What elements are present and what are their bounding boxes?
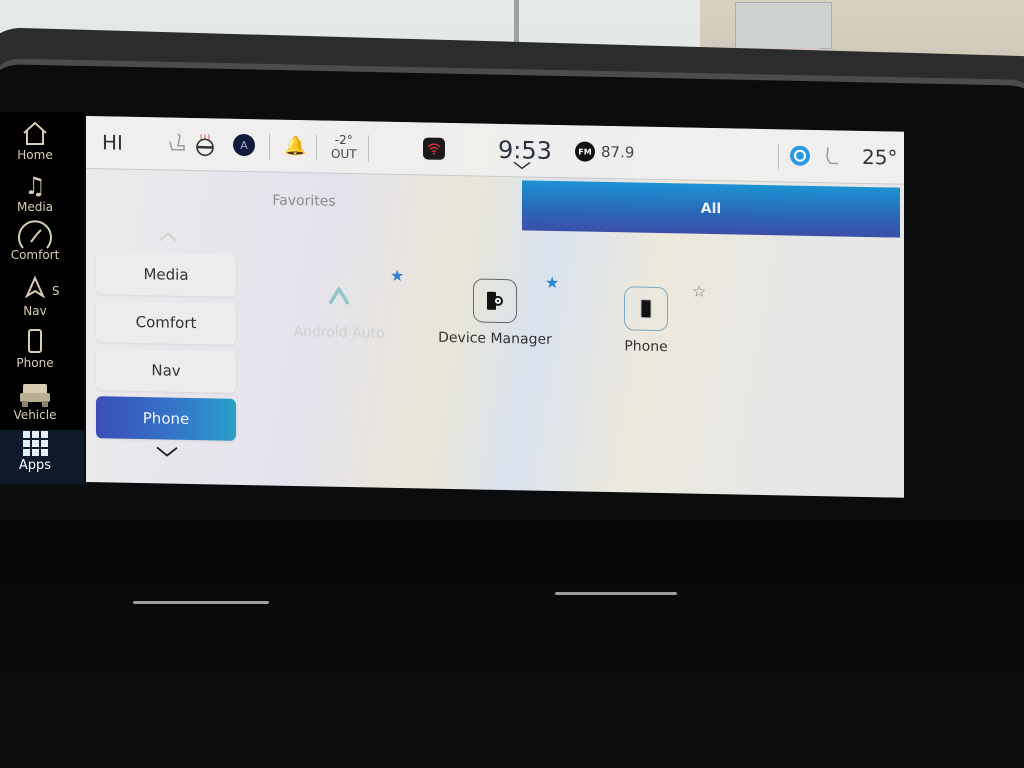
category-nav[interactable]: Nav	[96, 348, 236, 393]
seat-heat-icon[interactable]	[166, 118, 186, 170]
driver-profile-button[interactable]: A	[233, 119, 255, 171]
vehicle-icon	[0, 380, 70, 408]
favorite-star-filled-icon[interactable]: ★	[390, 266, 404, 285]
rail-item-home[interactable]: Home	[0, 120, 70, 162]
favorite-star-filled-icon[interactable]: ★	[545, 273, 559, 292]
vent-slot	[133, 601, 269, 604]
divider	[316, 134, 317, 161]
voice-assistant-icon	[790, 145, 810, 166]
infotainment-screen: HI A 🔔 -2° OUT 9:53 FM 87.9 25° Favorite…	[86, 116, 904, 498]
rail-item-media[interactable]: ♫ Media	[0, 172, 70, 214]
rail-item-vehicle[interactable]: Vehicle	[0, 380, 70, 422]
android-auto-icon	[318, 274, 360, 318]
rail-label: Phone	[16, 356, 54, 370]
rail-item-comfort[interactable]: Comfort	[0, 220, 70, 262]
rail-item-phone[interactable]: Phone	[0, 328, 70, 370]
steering-wheel-heat-icon[interactable]	[194, 118, 216, 170]
phone-app-icon	[624, 286, 668, 332]
home-icon	[0, 120, 70, 148]
chevron-down-icon[interactable]	[512, 160, 532, 170]
rail-label: Vehicle	[13, 408, 57, 422]
voice-assistant-button[interactable]	[790, 130, 810, 182]
rail-label: Home	[17, 148, 53, 162]
wifi-hotspot-button[interactable]	[423, 122, 445, 174]
outside-temp-label: OUT	[331, 146, 357, 162]
app-label: Android Auto	[293, 323, 385, 342]
radio-frequency: 87.9	[601, 142, 635, 162]
radio-status[interactable]: FM 87.9	[575, 125, 634, 178]
category-media[interactable]: Media	[96, 252, 236, 297]
chevron-up-icon[interactable]	[158, 231, 178, 242]
apps-grid-icon	[0, 430, 84, 458]
background-sign	[735, 2, 832, 49]
device-manager-icon	[473, 278, 517, 324]
outside-temperature: -2° OUT	[331, 121, 357, 173]
divider	[778, 143, 779, 170]
notification-bell-icon[interactable]: 🔔	[284, 120, 306, 172]
category-comfort[interactable]: Comfort	[96, 300, 236, 345]
app-label: Phone	[624, 338, 668, 356]
rail-label: Comfort	[10, 248, 60, 262]
rail-label: Media	[16, 200, 54, 214]
passenger-seat-icon[interactable]	[824, 130, 840, 182]
tab-all[interactable]: All	[522, 180, 900, 238]
dashboard-lower	[0, 520, 1024, 768]
driver-profile-icon: A	[233, 133, 255, 157]
divider	[269, 133, 270, 160]
app-label: Device Manager	[438, 329, 552, 348]
favorite-star-empty-icon[interactable]: ☆	[692, 282, 706, 301]
rail-item-apps[interactable]: Apps	[0, 430, 84, 484]
phone-icon	[0, 328, 70, 356]
music-note-icon: ♫	[24, 172, 46, 200]
comfort-seat-icon	[0, 220, 70, 249]
hvac-setting[interactable]: HI	[102, 116, 123, 168]
rail-label: Nav	[23, 304, 47, 318]
fm-band-badge: FM	[575, 141, 595, 162]
tab-favorites[interactable]: Favorites	[86, 172, 522, 230]
category-phone[interactable]: Phone	[96, 396, 236, 441]
vent-slot	[555, 592, 677, 595]
cabin-temperature[interactable]: 25°	[862, 131, 897, 184]
outside-temp-value: -2°	[334, 132, 353, 148]
compass-heading: S	[52, 284, 60, 298]
chevron-down-icon[interactable]	[155, 445, 179, 457]
side-rail: Home ♫ Media Comfort Nav S Phone Vehicle	[0, 112, 84, 484]
wifi-icon	[423, 137, 445, 160]
divider	[368, 135, 369, 162]
rail-label: Apps	[18, 458, 52, 473]
